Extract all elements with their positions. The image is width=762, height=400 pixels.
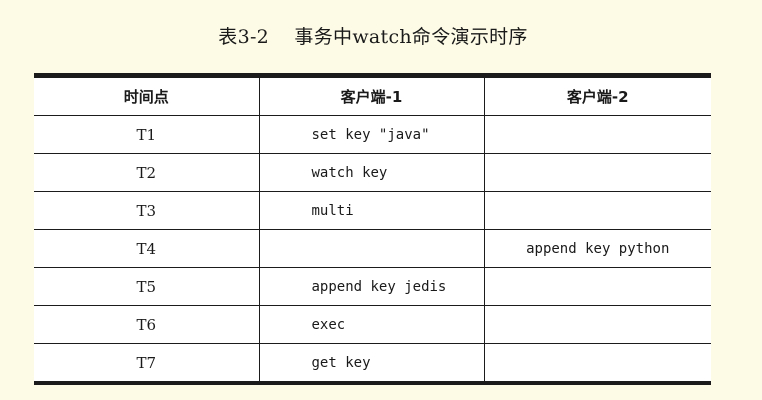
table-row: T7 get key <box>34 343 711 381</box>
table-row: T2 watch key <box>34 153 711 192</box>
client-1-cell: get key <box>258 343 484 381</box>
client-2-cell <box>483 305 711 344</box>
client-1-cell <box>258 229 484 268</box>
table-row: T6 exec <box>34 305 711 344</box>
client-2-cell <box>483 153 711 192</box>
client-2-cell: append key python <box>483 229 711 268</box>
client-2-cell <box>483 343 711 381</box>
time-cell: T4 <box>34 229 259 268</box>
client-1-cell: append key jedis <box>258 267 484 306</box>
caption-title: 事务中watch命令演示时序 <box>294 26 528 48</box>
client-1-cell: exec <box>258 305 484 344</box>
client-2-cell <box>483 267 711 306</box>
time-cell: T6 <box>34 305 259 344</box>
table-row: T3 multi <box>34 191 711 230</box>
header-row: 时间点 客户端-1 客户端-2 <box>34 78 711 116</box>
timing-table-container: 时间点 客户端-1 客户端-2 T1 set key "java" T2 wat… <box>34 73 711 385</box>
client-1-cell: watch key <box>258 153 484 192</box>
client-2-cell <box>483 115 711 154</box>
table-row: T1 set key "java" <box>34 115 711 154</box>
header-time: 时间点 <box>123 88 169 106</box>
table-row: T4 append key python <box>34 229 711 268</box>
caption-number: 表3-2 <box>218 26 270 48</box>
table-row: T5 append key jedis <box>34 267 711 306</box>
timing-table: 时间点 客户端-1 客户端-2 T1 set key "java" T2 wat… <box>34 78 711 381</box>
client-2-cell <box>483 191 711 230</box>
client-1-cell: set key "java" <box>258 115 484 154</box>
header-client-1: 客户端-1 <box>258 78 484 116</box>
time-cell: T2 <box>34 153 259 192</box>
time-cell: T7 <box>34 343 259 381</box>
header-client-2: 客户端-2 <box>483 78 711 116</box>
time-cell: T1 <box>34 115 259 154</box>
client-1-cell: multi <box>258 191 484 230</box>
table-caption: 表3-2 事务中watch命令演示时序 <box>0 22 746 49</box>
time-cell: T5 <box>34 267 259 306</box>
time-cell: T3 <box>34 191 259 230</box>
